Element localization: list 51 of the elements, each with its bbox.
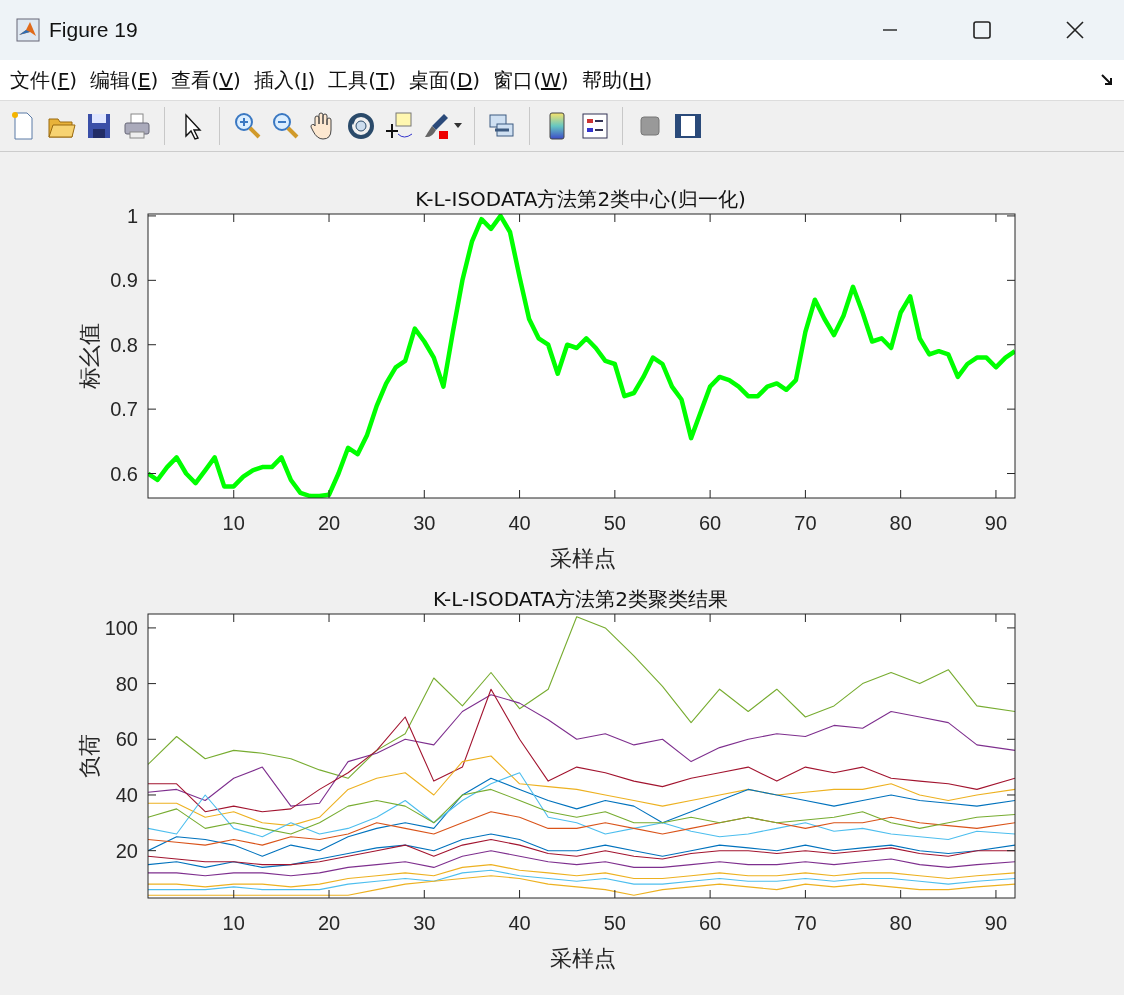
tick-label: 50 (603, 512, 626, 534)
tick-label: 50 (603, 912, 626, 934)
tick-label: 20 (317, 912, 341, 934)
tick-label: 40 (508, 912, 531, 934)
menu-item[interactable]: 桌面(D) (409, 66, 481, 94)
tick-label: 80 (115, 672, 138, 695)
menu-item[interactable]: 工具(T) (328, 66, 397, 94)
maximize-icon[interactable] (973, 21, 991, 39)
axis-label: 标幺值 (77, 323, 102, 389)
close-icon[interactable] (1066, 21, 1084, 39)
menu-item[interactable]: 文件(F) (10, 66, 78, 94)
chart-title: K-L-ISODATA方法第2类聚类结果 (433, 587, 728, 611)
menu-item[interactable]: 帮助(H) (581, 66, 653, 94)
menu-item[interactable]: 窗口(W) (493, 66, 569, 94)
tick-label: 0.9 (110, 269, 138, 292)
dropdown-caret-icon[interactable] (454, 123, 462, 129)
tick-label: 60 (699, 512, 722, 534)
tick-label: 100 (104, 616, 138, 639)
tick-label: 90 (984, 912, 1008, 934)
axis-label: 采样点 (549, 546, 616, 571)
menu-item[interactable]: 查看(V) (171, 66, 241, 94)
tick-label: 60 (115, 728, 138, 751)
tick-label: 60 (699, 912, 722, 934)
tick-label: 80 (889, 512, 912, 534)
tick-label: 30 (413, 912, 436, 934)
peak-logo-icon (16, 18, 40, 42)
dock-arrow-icon[interactable] (1100, 73, 1114, 87)
tick-label: 0.8 (110, 333, 138, 356)
axis-label: 采样点 (549, 946, 616, 971)
tick-label: 70 (794, 912, 817, 934)
menu-item[interactable]: 编辑(E) (90, 66, 159, 94)
tick-label: 80 (889, 912, 912, 934)
tick-label: 90 (984, 512, 1008, 534)
tick-label: 30 (413, 512, 436, 534)
tick-label: 0.7 (110, 398, 138, 421)
axis-label: 负荷 (77, 734, 102, 778)
tick-label: 20 (115, 839, 138, 862)
tick-label: 40 (115, 784, 138, 806)
tick-label: 40 (508, 512, 531, 534)
tick-label: 20 (317, 512, 341, 534)
print-icon[interactable] (122, 110, 152, 142)
tick-label: 1 (126, 204, 138, 227)
legend-icon[interactable] (580, 110, 610, 142)
tick-label: 70 (794, 512, 817, 534)
menu-item[interactable]: 插入(I) (253, 66, 316, 94)
tick-label: 10 (222, 512, 245, 534)
tick-label: 0.6 (110, 462, 138, 485)
window-title: Figure 19 (49, 18, 138, 42)
tick-label: 10 (222, 912, 245, 934)
chart-title: K-L-ISODATA方法第2类中心(归一化) (415, 187, 746, 211)
rotate-icon[interactable] (346, 110, 376, 142)
